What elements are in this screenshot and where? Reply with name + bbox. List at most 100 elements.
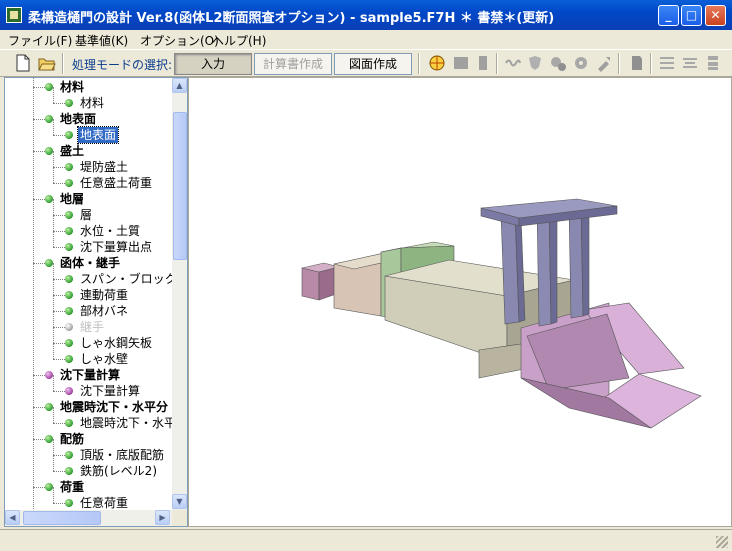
- status-dot-icon: [65, 307, 73, 315]
- gears-icon[interactable]: [549, 54, 567, 72]
- tree-connector-line: [33, 439, 45, 440]
- tree-item-label: 地震時沈下・水平:: [80, 416, 172, 430]
- new-file-icon[interactable]: [14, 54, 32, 72]
- scroll-left-button[interactable]: ◀: [5, 510, 20, 525]
- tree-branch-line: [53, 295, 54, 311]
- tree-item-label: しゃ水鋼矢板: [80, 336, 153, 350]
- tree-item-label: 連動荷重: [80, 288, 129, 302]
- tree-connector-line: [53, 279, 65, 280]
- tree-branch-line: [53, 167, 54, 183]
- tree-connector-line: [53, 135, 65, 136]
- panel-icon[interactable]: [474, 54, 492, 72]
- tree-connector-line: [33, 87, 45, 88]
- scroll-up-button[interactable]: ▲: [172, 78, 187, 93]
- menu-help[interactable]: ヘルプ(H): [212, 32, 266, 49]
- status-dot-icon: [65, 99, 73, 107]
- document-icon[interactable]: [628, 54, 646, 72]
- tree-connector-line: [53, 423, 65, 424]
- tree-item-label: 任意盛土荷重: [80, 176, 153, 190]
- input-tree-panel: 材料 材料 地表面 地表面 盛土 堤防盛土 任意盛土荷重 地層層水位・土質 沈下量算出点 函体・継…: [4, 77, 188, 527]
- status-dot-icon: [65, 211, 73, 219]
- tree-vertical-scrollbar[interactable]: ▲ ▼: [172, 78, 187, 510]
- drawing-mode-button[interactable]: 図面作成: [334, 53, 412, 75]
- status-dot-icon: [65, 243, 73, 251]
- status-dot-icon: [45, 83, 53, 91]
- tree-connector-line: [53, 471, 65, 472]
- tree-item-label: 荷重: [60, 480, 85, 494]
- status-dot-icon: [65, 467, 73, 475]
- tree-item-label: 継手: [80, 320, 105, 334]
- open-folder-icon[interactable]: [38, 54, 56, 72]
- scroll-down-button[interactable]: ▼: [172, 494, 187, 509]
- status-dot-icon: [45, 483, 53, 491]
- minimize-button[interactable]: _: [658, 5, 679, 26]
- tree-connector-line: [53, 183, 65, 184]
- status-dot-icon: [45, 195, 53, 203]
- sluice-gate-3d-model: [301, 198, 702, 429]
- status-dot-icon: [65, 499, 73, 507]
- tree-branch-line: [53, 327, 54, 343]
- tree-branch-line: [53, 439, 54, 455]
- tree-item-label: 材料: [60, 80, 85, 94]
- tree-branch-line: [53, 87, 54, 103]
- menu-standard-values[interactable]: 基準値(K): [75, 32, 128, 49]
- tree-item-label: 地層: [60, 192, 85, 206]
- tree-item-label: 沈下量算出点: [80, 240, 153, 254]
- tree-connector-line: [33, 119, 45, 120]
- menu-options[interactable]: オプション(O): [140, 32, 219, 49]
- tree-branch-line: [53, 215, 54, 231]
- resize-grip-icon[interactable]: [716, 536, 728, 548]
- close-button[interactable]: ✕: [705, 5, 726, 26]
- tree-connector-line: [53, 295, 65, 296]
- tree-item-label: 沈下量計算: [60, 368, 121, 382]
- tree-item-label: 配筋: [60, 432, 85, 446]
- mode-select-label: 処理モードの選択:: [72, 58, 173, 72]
- scroll-thumb[interactable]: [173, 112, 187, 260]
- input-tree: 材料 材料 地表面 地表面 盛土 堤防盛土 任意盛土荷重 地層層水位・土質 沈下量算出点 函体・継…: [5, 78, 172, 510]
- app-icon[interactable]: [6, 7, 22, 23]
- tree-item-label: 函体・継手: [60, 256, 121, 270]
- tools-icon[interactable]: [595, 54, 613, 72]
- tree-item-label: 任意荷重: [80, 496, 129, 510]
- tree-horizontal-scrollbar[interactable]: ◀ ▶: [5, 510, 172, 526]
- tree-item-label: 堤防盛土: [80, 160, 129, 174]
- wave-icon[interactable]: [504, 54, 522, 72]
- input-mode-button[interactable]: 入力: [174, 53, 252, 75]
- status-dot-icon: [65, 131, 73, 139]
- tree-branch-line: [53, 343, 54, 359]
- horizontal-scroll-thumb[interactable]: [23, 511, 101, 525]
- scroll-right-button[interactable]: ▶: [155, 510, 170, 525]
- status-dot-icon: [65, 419, 73, 427]
- menu-file[interactable]: ファイル(F): [8, 32, 72, 49]
- gear-icon[interactable]: [572, 54, 590, 72]
- tree-item-label: 層: [80, 208, 93, 222]
- tree-connector-line: [53, 455, 65, 456]
- tree-connector-line: [33, 199, 45, 200]
- status-dot-icon: [65, 163, 73, 171]
- globe-view-icon[interactable]: [428, 54, 446, 72]
- tree-connector-line: [53, 391, 65, 392]
- distribute-icon[interactable]: [681, 54, 699, 72]
- toolbar-separator: [618, 53, 620, 74]
- tree-item-label: しゃ水壁: [80, 352, 129, 366]
- status-dot-icon: [65, 291, 73, 299]
- tree-branch-line: [53, 231, 54, 247]
- tree-connector-line: [53, 503, 65, 504]
- status-dot-icon: [45, 147, 53, 155]
- stack-icon[interactable]: [704, 54, 722, 72]
- tree-connector-line: [33, 151, 45, 152]
- tree-connector-line: [33, 375, 45, 376]
- tree-connector-line: [53, 327, 65, 328]
- 3d-model-viewport[interactable]: [188, 77, 732, 527]
- status-dot-icon: [45, 435, 53, 443]
- align-icon[interactable]: [658, 54, 676, 72]
- report-mode-button[interactable]: 計算書作成: [254, 53, 332, 75]
- tree-connector-line: [33, 487, 45, 488]
- tree-branch-line: [53, 151, 54, 167]
- toolbar: 処理モードの選択: 入力 計算書作成 図面作成: [0, 49, 732, 77]
- section-box-icon[interactable]: [452, 54, 470, 72]
- tree-branch-line: [53, 119, 54, 135]
- maximize-button[interactable]: □: [681, 5, 702, 26]
- toolbar-separator: [496, 53, 498, 74]
- shield-icon[interactable]: [526, 54, 544, 72]
